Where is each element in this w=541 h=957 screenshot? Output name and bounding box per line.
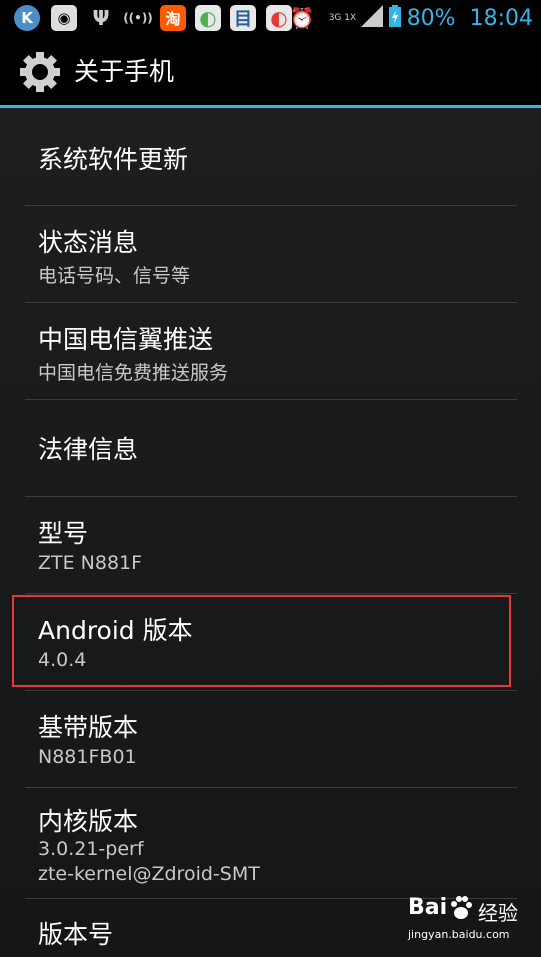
watermark-brand2: 经验 (478, 901, 518, 925)
taobao-icon: 淘 (160, 5, 186, 31)
status-right: ⏰ 3G 1X 80% 18:04 (290, 0, 533, 36)
settings-gear-icon[interactable] (18, 50, 62, 94)
list-item-model: 型号 ZTE N881F (0, 497, 541, 592)
watermark-brand: Bai (408, 895, 448, 920)
list-item-status[interactable]: 状态消息 电话号码、信号等 (0, 206, 541, 302)
item-subtitle-2: zte-kernel@Zdroid-SMT (38, 863, 260, 885)
list-item-telecom-push[interactable]: 中国电信翼推送 中国电信免费推送服务 (0, 303, 541, 399)
signal-icon (360, 5, 383, 31)
browser2-icon: ◐ (266, 5, 292, 31)
battery-icon (388, 5, 401, 31)
item-subtitle: ZTE N881F (38, 552, 143, 574)
disc-icon: ◉ (51, 5, 77, 31)
item-subtitle: 中国电信免费推送服务 (38, 362, 229, 384)
action-bar: 关于手机 (0, 36, 541, 106)
battery-percent: 80% (406, 5, 456, 31)
browser-icon: ◐ (195, 5, 221, 31)
item-title: 中国电信翼推送 (38, 325, 214, 354)
item-title: 内核版本 (38, 807, 139, 836)
item-title: 系统软件更新 (38, 145, 189, 174)
item-subtitle: N881FB01 (38, 746, 137, 768)
network-type: 3G 1X (328, 13, 357, 23)
baidu-watermark: Bai 经验 jingyan.baidu.com (408, 895, 538, 947)
item-title: 版本号 (38, 920, 114, 949)
page-title: 关于手机 (74, 57, 175, 86)
wifi-hotspot-icon: ((•)) (123, 11, 153, 25)
item-subtitle: 3.0.21-perf (38, 838, 144, 860)
status-bar: K ◉ Ψ ((•)) 淘 ◐ 目 ◐ ⏰ 3G 1X 80% 18:04 (0, 0, 541, 36)
list-item-legal[interactable]: 法律信息 (0, 400, 541, 496)
item-title: 基带版本 (38, 713, 139, 742)
paw-icon (448, 895, 474, 921)
item-subtitle: 电话号码、信号等 (38, 265, 191, 287)
alarm-icon: ⏰ (289, 6, 315, 30)
highlight-box (12, 595, 511, 687)
item-title: 法律信息 (38, 435, 139, 464)
list-item-kernel: 内核版本 3.0.21-perf zte-kernel@Zdroid-SMT (0, 788, 541, 898)
k-app-icon: K (14, 5, 40, 31)
list-item-baseband: 基带版本 N881FB01 (0, 691, 541, 787)
list-item-system-update[interactable]: 系统软件更新 (0, 108, 541, 205)
item-title: 型号 (38, 519, 89, 548)
usb-icon: Ψ (92, 6, 110, 30)
calendar-icon: 目 (230, 5, 256, 31)
item-title: 状态消息 (38, 228, 139, 257)
watermark-url: jingyan.baidu.com (408, 928, 510, 941)
clock: 18:04 (469, 5, 533, 31)
